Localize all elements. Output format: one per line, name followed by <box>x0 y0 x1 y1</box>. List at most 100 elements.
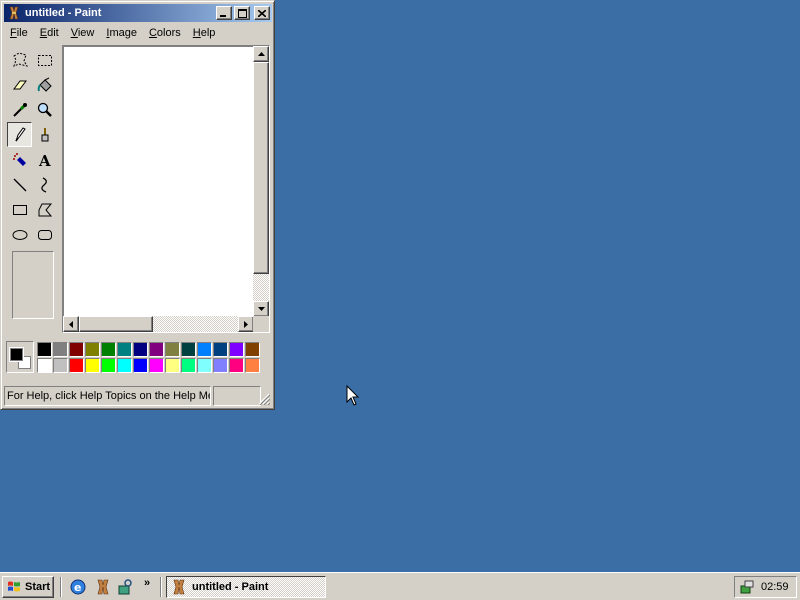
palette-swatch[interactable] <box>181 358 196 373</box>
rounded-rectangle-tool[interactable] <box>32 222 57 247</box>
menu-file-key: F <box>10 27 17 39</box>
palette-swatch[interactable] <box>165 358 180 373</box>
curve-icon <box>40 176 47 193</box>
palette-swatch[interactable] <box>69 358 84 373</box>
network-status-icon[interactable] <box>739 579 755 595</box>
palette-swatch[interactable] <box>133 358 148 373</box>
menu-help-label: elp <box>200 27 216 39</box>
eraser-tool[interactable] <box>7 72 32 97</box>
magnifier-icon <box>37 102 52 117</box>
network-tool-icon[interactable] <box>116 578 134 596</box>
clock[interactable]: 02:59 <box>761 581 789 593</box>
brush-tool[interactable] <box>32 122 57 147</box>
menu-view[interactable]: View <box>65 27 101 39</box>
menu-image[interactable]: Image <box>100 27 143 39</box>
menu-help[interactable]: Help <box>187 27 222 39</box>
taskbar-button-paint[interactable]: untitled - Paint <box>166 576 326 598</box>
menu-file[interactable]: File <box>4 27 34 39</box>
ellipse-tool[interactable] <box>7 222 32 247</box>
airbrush-tool[interactable] <box>7 147 32 172</box>
vertical-scrollbar[interactable] <box>253 46 269 317</box>
arrow-up-icon <box>257 52 265 56</box>
palette-swatch[interactable] <box>245 358 260 373</box>
palette-swatch[interactable] <box>197 358 212 373</box>
menu-colors-key: C <box>148 27 157 39</box>
palette-swatch[interactable] <box>85 358 100 373</box>
close-button[interactable] <box>254 6 270 20</box>
horizontal-scroll-thumb[interactable] <box>79 316 153 332</box>
palette-swatch[interactable] <box>197 342 212 357</box>
taskbar-separator <box>60 577 62 597</box>
close-icon <box>258 9 266 17</box>
palette-swatch[interactable] <box>85 342 100 357</box>
svg-text:A: A <box>38 152 51 169</box>
maximize-button[interactable] <box>234 6 250 20</box>
menu-colors[interactable]: Colors <box>143 27 187 39</box>
minimize-button[interactable] <box>216 6 232 20</box>
polygon-tool[interactable] <box>32 197 57 222</box>
scroll-right-button[interactable] <box>238 316 254 332</box>
line-tool[interactable] <box>7 172 32 197</box>
vertical-scroll-thumb[interactable] <box>253 62 269 274</box>
drawing-canvas[interactable] <box>64 47 254 317</box>
palette-swatch[interactable] <box>37 358 52 373</box>
curve-tool[interactable] <box>32 172 57 197</box>
paint-bucket-icon <box>37 77 52 92</box>
fill-with-color-tool[interactable] <box>32 72 57 97</box>
taskbar-separator <box>160 577 162 597</box>
start-button[interactable]: Start <box>2 576 54 598</box>
menu-image-label: mage <box>109 27 137 39</box>
palette-swatch[interactable] <box>213 342 228 357</box>
free-form-select-tool[interactable] <box>7 47 32 72</box>
palette-swatch[interactable] <box>149 342 164 357</box>
horizontal-scrollbar[interactable] <box>63 316 254 332</box>
menu-edit[interactable]: Edit <box>34 27 65 39</box>
palette-swatch[interactable] <box>53 342 68 357</box>
pick-color-tool[interactable] <box>7 97 32 122</box>
menu-colors-label: olors <box>156 27 181 39</box>
select-tool[interactable] <box>32 47 57 72</box>
palette-swatch[interactable] <box>133 342 148 357</box>
palette-swatch[interactable] <box>117 358 132 373</box>
magnifier-tool[interactable] <box>32 97 57 122</box>
scroll-down-button[interactable] <box>253 301 269 317</box>
current-colors-indicator[interactable] <box>6 341 34 373</box>
palette-swatch[interactable] <box>245 342 260 357</box>
resize-grip-icon[interactable] <box>258 393 270 405</box>
paint-quicklaunch-icon[interactable] <box>94 578 112 596</box>
window-title: untitled - Paint <box>25 7 102 19</box>
pencil-tool[interactable] <box>7 122 32 147</box>
tool-options-box[interactable] <box>12 251 54 319</box>
title-bar[interactable]: untitled - Paint <box>4 4 272 22</box>
taskbar-button-label: untitled - Paint <box>192 581 269 593</box>
palette-swatch[interactable] <box>213 358 228 373</box>
palette-swatch[interactable] <box>101 342 116 357</box>
maximize-icon <box>237 8 247 18</box>
palette-swatch[interactable] <box>165 342 180 357</box>
eraser-icon <box>12 80 27 89</box>
menu-view-label: iew <box>77 27 95 39</box>
palette-swatch[interactable] <box>149 358 164 373</box>
scroll-left-button[interactable] <box>63 316 79 332</box>
palette-swatch[interactable] <box>229 358 244 373</box>
scroll-up-button[interactable] <box>253 46 269 62</box>
menu-help-key: H <box>192 27 201 39</box>
palette-swatch[interactable] <box>37 342 52 357</box>
palette-swatch[interactable] <box>53 358 68 373</box>
palette-swatch[interactable] <box>229 342 244 357</box>
color-box <box>4 337 272 379</box>
menu-view-key: V <box>70 27 78 39</box>
palette-swatch[interactable] <box>101 358 116 373</box>
palette-swatch[interactable] <box>69 342 84 357</box>
palette-swatch[interactable] <box>117 342 132 357</box>
internet-explorer-icon[interactable]: e <box>69 578 87 596</box>
taskbar: Start e » untitled - Paint 02:59 <box>0 572 800 600</box>
quick-launch-chevron[interactable]: » <box>144 577 150 589</box>
rectangle-tool[interactable] <box>7 197 32 222</box>
canvas-frame <box>62 45 270 333</box>
palette-swatch[interactable] <box>181 342 196 357</box>
polygon-icon <box>38 203 52 216</box>
foreground-color-swatch <box>9 347 24 362</box>
text-tool[interactable]: A <box>32 147 57 172</box>
minimize-icon <box>220 15 226 17</box>
